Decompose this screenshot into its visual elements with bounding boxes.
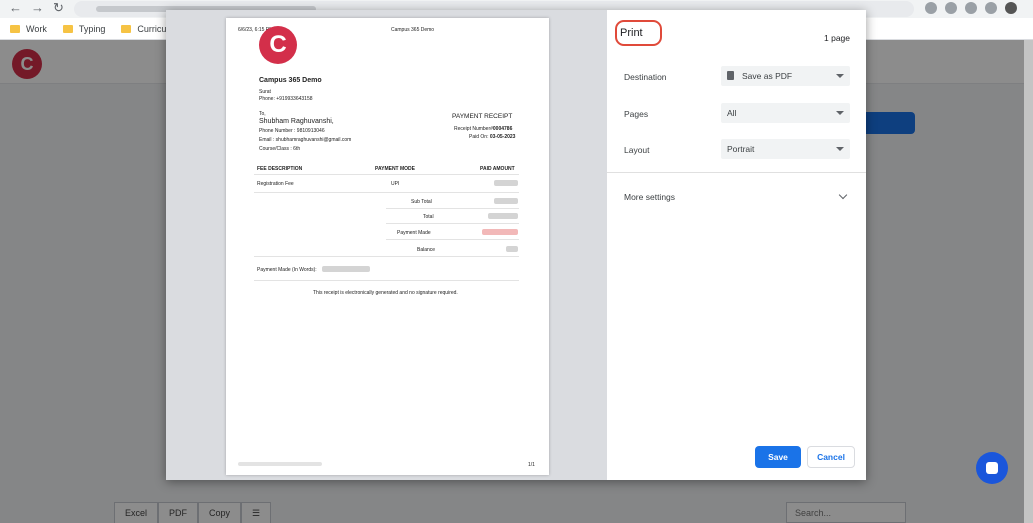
student-phone: Phone Number : 9810913046: [259, 128, 325, 134]
print-settings-panel: Print 1 page Destination Save as PDF Pag…: [607, 10, 866, 480]
school-name: Campus 365 Demo: [259, 77, 322, 84]
cancel-button[interactable]: Cancel: [807, 446, 855, 468]
page-footer-number: 1/1: [528, 462, 535, 468]
profile-avatar[interactable]: [1005, 2, 1017, 14]
student-course: Course/Class : 6th: [259, 146, 301, 152]
divider: [386, 208, 519, 209]
receipt-number: Receipt Number#0004786: [454, 126, 513, 132]
caret-down-icon: [836, 111, 844, 115]
balance-amount: [506, 246, 518, 252]
extension-icon[interactable]: [965, 2, 977, 14]
balance-label: Balance: [417, 247, 436, 253]
bookmark-typing[interactable]: Typing: [62, 24, 105, 34]
student-email: Email : shubhamraghuvanshi@gmail.com: [259, 137, 352, 143]
print-dialog: 6/6/23, 6:15 PM Campus 365 Demo C Campus…: [166, 10, 866, 480]
total-label: Total: [423, 214, 434, 220]
col-fee-description: FEE DESCRIPTION: [257, 166, 303, 172]
forward-icon[interactable]: →: [31, 1, 44, 15]
caret-down-icon: [836, 147, 844, 151]
settings-divider: [607, 172, 866, 173]
more-settings-toggle[interactable]: More settings: [624, 192, 675, 202]
print-title: Print: [620, 27, 643, 39]
page-scrollbar[interactable]: [1024, 40, 1033, 523]
extension-icon[interactable]: [925, 2, 937, 14]
receipt-title: PAYMENT RECEIPT: [452, 113, 513, 120]
divider: [254, 192, 519, 193]
save-button[interactable]: Save: [755, 446, 801, 468]
page-count: 1 page: [824, 33, 850, 43]
folder-icon: [62, 24, 73, 33]
pages-select[interactable]: All: [721, 103, 850, 123]
sub-total-label: Sub Total: [411, 199, 432, 205]
bookmark-work[interactable]: Work: [10, 24, 47, 34]
layout-select[interactable]: Portrait: [721, 139, 850, 159]
receipt-page: 6/6/23, 6:15 PM Campus 365 Demo C Campus…: [226, 18, 549, 475]
chat-icon[interactable]: [976, 452, 1008, 484]
payment-in-words-value: [322, 266, 370, 272]
fee-item-name: Registration Fee: [257, 181, 294, 187]
fee-item-mode: UPI: [391, 181, 400, 187]
extension-icon[interactable]: [945, 2, 957, 14]
chevron-down-icon[interactable]: [838, 190, 848, 200]
to-label: To,: [259, 111, 266, 117]
back-icon[interactable]: ←: [9, 1, 22, 15]
student-name: Shubham Raghuvanshi,: [259, 118, 334, 125]
payment-in-words-label: Payment Made (In Words):: [257, 267, 317, 273]
folder-icon: [121, 24, 132, 33]
sub-total-amount: [494, 198, 518, 204]
col-payment-mode: PAYMENT MODE: [375, 166, 416, 172]
paid-on: Paid On: 03-05-2023: [469, 134, 516, 140]
divider: [254, 256, 519, 257]
receipt-footer-note: This receipt is electronically generated…: [313, 290, 458, 296]
payment-made-amount: [482, 229, 518, 235]
col-paid-amount: PAID AMOUNT: [480, 166, 515, 172]
school-phone: Phone: +919933643158: [259, 96, 313, 102]
school-city: Surat: [259, 89, 271, 95]
divider: [254, 280, 519, 281]
page-header-title: Campus 365 Demo: [391, 27, 435, 33]
destination-label: Destination: [624, 72, 667, 82]
extension-icon[interactable]: [985, 2, 997, 14]
page-footer-url: [238, 462, 322, 466]
total-amount: [488, 213, 518, 219]
document-icon: [727, 71, 734, 80]
pages-label: Pages: [624, 109, 649, 119]
divider: [386, 223, 519, 224]
divider: [254, 174, 519, 175]
caret-down-icon: [836, 74, 844, 78]
school-logo: C: [259, 26, 297, 64]
destination-select[interactable]: Save as PDF: [721, 66, 850, 86]
layout-label: Layout: [624, 145, 650, 155]
print-preview: 6/6/23, 6:15 PM Campus 365 Demo C Campus…: [166, 10, 607, 480]
payment-made-label: Payment Made: [397, 230, 431, 236]
folder-icon: [10, 24, 20, 33]
divider: [386, 239, 519, 240]
extension-icons: [925, 2, 1017, 14]
fee-item-amount: [494, 180, 518, 186]
reload-icon[interactable]: ↻: [53, 1, 64, 15]
